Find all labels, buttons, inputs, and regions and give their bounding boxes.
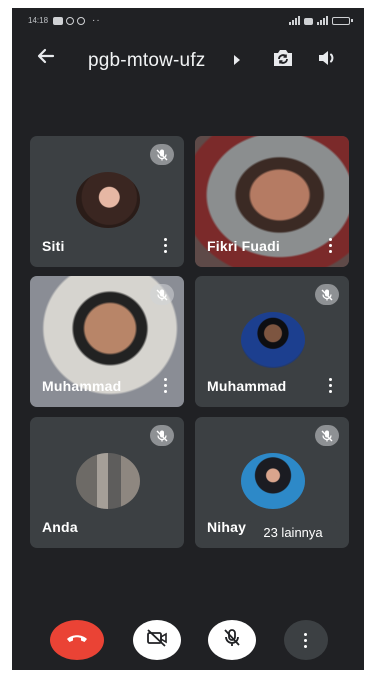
mic-off-icon <box>150 425 174 446</box>
avatar <box>76 453 140 509</box>
status-bar: 14:18 ·· <box>12 8 364 34</box>
switch-camera-icon[interactable] <box>271 47 295 74</box>
more-options-button[interactable] <box>284 620 328 660</box>
mic-off-icon <box>315 284 339 305</box>
sim-icon <box>304 18 313 25</box>
participant-tile[interactable]: Fikri Fuadi <box>195 136 349 267</box>
participant-tile[interactable]: Siti <box>30 136 184 267</box>
more-vert-icon[interactable] <box>329 238 333 254</box>
more-vert-icon[interactable] <box>164 238 168 254</box>
signal-icon <box>289 16 300 25</box>
meet-screen: 14:18 ·· pgb-mtow-ufz Siti Fikri Fuadi M… <box>12 8 364 670</box>
mic-toggle-button[interactable] <box>208 620 256 660</box>
mic-off-icon <box>223 628 241 653</box>
chat-icon <box>66 16 75 25</box>
phone-end-icon <box>65 631 89 650</box>
participant-name: Muhammad <box>207 378 287 394</box>
avatar <box>76 172 140 228</box>
participant-name: Anda <box>42 519 78 535</box>
signal-2-icon <box>317 16 328 25</box>
participant-name: Muhammad <box>42 378 122 394</box>
participant-tile[interactable]: Muhammad <box>195 276 349 407</box>
camera-toggle-button[interactable] <box>133 620 181 660</box>
avatar <box>241 312 305 368</box>
mic-off-icon <box>150 284 174 305</box>
mic-off-icon <box>150 144 174 165</box>
speaker-icon[interactable] <box>316 48 338 73</box>
status-left: 14:18 ·· <box>28 15 101 26</box>
top-bar: pgb-mtow-ufz <box>12 38 364 82</box>
participant-name: Nihay <box>207 519 247 535</box>
arrow-left-icon[interactable] <box>36 46 56 71</box>
end-call-button[interactable] <box>50 620 104 660</box>
more-notifications: ·· <box>92 15 101 26</box>
participant-name: Siti <box>42 238 65 254</box>
mic-off-icon <box>315 425 339 446</box>
battery-icon <box>332 17 353 25</box>
video-off-icon <box>146 628 168 652</box>
status-right <box>289 16 353 25</box>
more-vert-icon[interactable] <box>329 378 333 394</box>
notification-icon <box>53 16 64 25</box>
meeting-info-arrow-icon[interactable] <box>234 55 240 65</box>
avatar <box>241 453 305 509</box>
more-vert-icon[interactable] <box>164 378 168 394</box>
more-vert-icon <box>304 633 308 649</box>
whatsapp-icon <box>77 16 86 25</box>
meeting-code[interactable]: pgb-mtow-ufz <box>88 50 206 72</box>
participant-tile[interactable]: Anda <box>30 417 184 548</box>
participant-tile[interactable]: Muhammad <box>30 276 184 407</box>
status-time: 14:18 <box>28 16 49 25</box>
participant-name: Fikri Fuadi <box>207 238 280 254</box>
others-count-badge[interactable]: 23 lainnya <box>246 518 340 546</box>
